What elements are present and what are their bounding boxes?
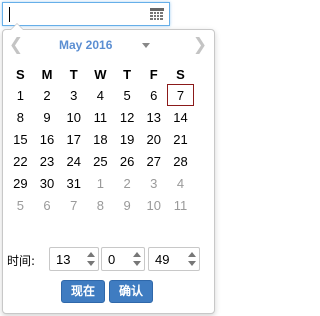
week-row: 22 23 24 25 26 27 28 xyxy=(7,150,194,172)
day-cell[interactable]: 10 xyxy=(140,194,167,216)
chevron-left-icon: ❮ xyxy=(8,35,24,55)
day-cell-selected[interactable]: 7 xyxy=(167,84,194,106)
day-cell[interactable]: 10 xyxy=(60,106,87,128)
confirm-button[interactable]: 确认 xyxy=(109,280,153,303)
day-cell[interactable]: 25 xyxy=(87,150,114,172)
day-cell[interactable]: 29 xyxy=(7,172,34,194)
weekday-label: F xyxy=(149,66,158,82)
day-cell[interactable]: 17 xyxy=(60,128,87,150)
second-value: 49 xyxy=(155,252,170,267)
month-year-title[interactable]: May 2016 xyxy=(59,38,112,54)
day-cell[interactable]: 7 xyxy=(60,194,87,216)
day-cell[interactable]: 5 xyxy=(114,84,141,106)
weekday-label: S xyxy=(16,66,25,82)
day-cell[interactable]: 9 xyxy=(34,106,61,128)
day-cell[interactable]: 4 xyxy=(87,84,114,106)
day-cell[interactable]: 24 xyxy=(60,150,87,172)
day-cell[interactable]: 31 xyxy=(60,172,87,194)
hour-value: 13 xyxy=(56,252,71,267)
day-cell[interactable]: 8 xyxy=(87,194,114,216)
second-down-icon[interactable] xyxy=(188,261,196,266)
day-cell[interactable]: 16 xyxy=(34,128,61,150)
week-row: 8 9 10 11 12 13 14 xyxy=(7,106,194,128)
time-label: 时间: xyxy=(7,254,36,268)
text-caret xyxy=(9,7,10,22)
calendar-grid: S M T W T F S 1 2 3 4 5 6 7 8 9 10 11 12 13 14 15 16 17 1… xyxy=(7,64,194,216)
date-picker-popup: ❮ May 2016 ❯ S M T W T F S 1 2 3 4 5 6 7 8 9 10 11… xyxy=(2,23,215,314)
day-cell[interactable]: 6 xyxy=(140,84,167,106)
day-cell[interactable]: 11 xyxy=(87,106,114,128)
prev-month-button[interactable]: ❮ xyxy=(6,35,26,55)
day-cell[interactable]: 26 xyxy=(114,150,141,172)
day-cell[interactable]: 20 xyxy=(140,128,167,150)
week-row: 29 30 31 1 2 3 4 xyxy=(7,172,194,194)
day-cell[interactable]: 19 xyxy=(114,128,141,150)
day-cell[interactable]: 15 xyxy=(7,128,34,150)
weekday-label: T xyxy=(123,66,132,82)
calendar-header: ❮ May 2016 ❯ xyxy=(3,30,214,60)
day-cell[interactable]: 11 xyxy=(167,194,194,216)
day-cell[interactable]: 5 xyxy=(7,194,34,216)
weekday-header-row: S M T W T F S xyxy=(7,64,194,84)
time-row: 时间: 13 0 49 xyxy=(3,247,214,271)
day-cell[interactable]: 23 xyxy=(34,150,61,172)
minute-value: 0 xyxy=(108,252,116,267)
day-cell[interactable]: 18 xyxy=(87,128,114,150)
day-cell[interactable]: 2 xyxy=(114,172,141,194)
week-row: 15 16 17 18 19 20 21 xyxy=(7,128,194,150)
day-cell[interactable]: 14 xyxy=(167,106,194,128)
chevron-right-icon: ❯ xyxy=(192,35,208,55)
week-row: 1234567 xyxy=(7,84,194,106)
minute-down-icon[interactable] xyxy=(133,261,141,266)
day-cell[interactable]: 28 xyxy=(167,150,194,172)
second-up-icon[interactable] xyxy=(188,252,196,257)
day-cell[interactable]: 12 xyxy=(114,106,141,128)
day-cell[interactable]: 2 xyxy=(34,84,61,106)
minute-up-icon[interactable] xyxy=(133,252,141,257)
calendar-icon[interactable] xyxy=(150,8,164,21)
next-month-button[interactable]: ❯ xyxy=(190,35,210,55)
second-spinner[interactable]: 49 xyxy=(148,247,200,271)
day-cell[interactable]: 3 xyxy=(140,172,167,194)
week-row: 5 6 7 8 9 10 11 xyxy=(7,194,194,216)
day-cell[interactable]: 3 xyxy=(60,84,87,106)
day-cell[interactable]: 27 xyxy=(140,150,167,172)
weekday-label: M xyxy=(41,66,53,82)
day-cell[interactable]: 6 xyxy=(34,194,61,216)
date-input[interactable] xyxy=(2,2,170,26)
minute-spinner[interactable]: 0 xyxy=(101,247,145,271)
weekday-label: W xyxy=(94,66,107,82)
day-cell[interactable]: 9 xyxy=(114,194,141,216)
hour-up-icon[interactable] xyxy=(87,252,95,257)
day-cell[interactable]: 1 xyxy=(87,172,114,194)
day-cell[interactable]: 22 xyxy=(7,150,34,172)
day-cell[interactable]: 1 xyxy=(7,84,34,106)
day-cell[interactable]: 4 xyxy=(167,172,194,194)
weekday-label: S xyxy=(176,66,185,82)
now-button[interactable]: 现在 xyxy=(61,280,105,303)
chevron-down-icon[interactable] xyxy=(142,43,150,48)
day-cell[interactable]: 30 xyxy=(34,172,61,194)
day-cell[interactable]: 21 xyxy=(167,128,194,150)
hour-down-icon[interactable] xyxy=(87,261,95,266)
hour-spinner[interactable]: 13 xyxy=(49,247,99,271)
day-cell[interactable]: 8 xyxy=(7,106,34,128)
weekday-label: T xyxy=(69,66,78,82)
day-cell[interactable]: 13 xyxy=(140,106,167,128)
